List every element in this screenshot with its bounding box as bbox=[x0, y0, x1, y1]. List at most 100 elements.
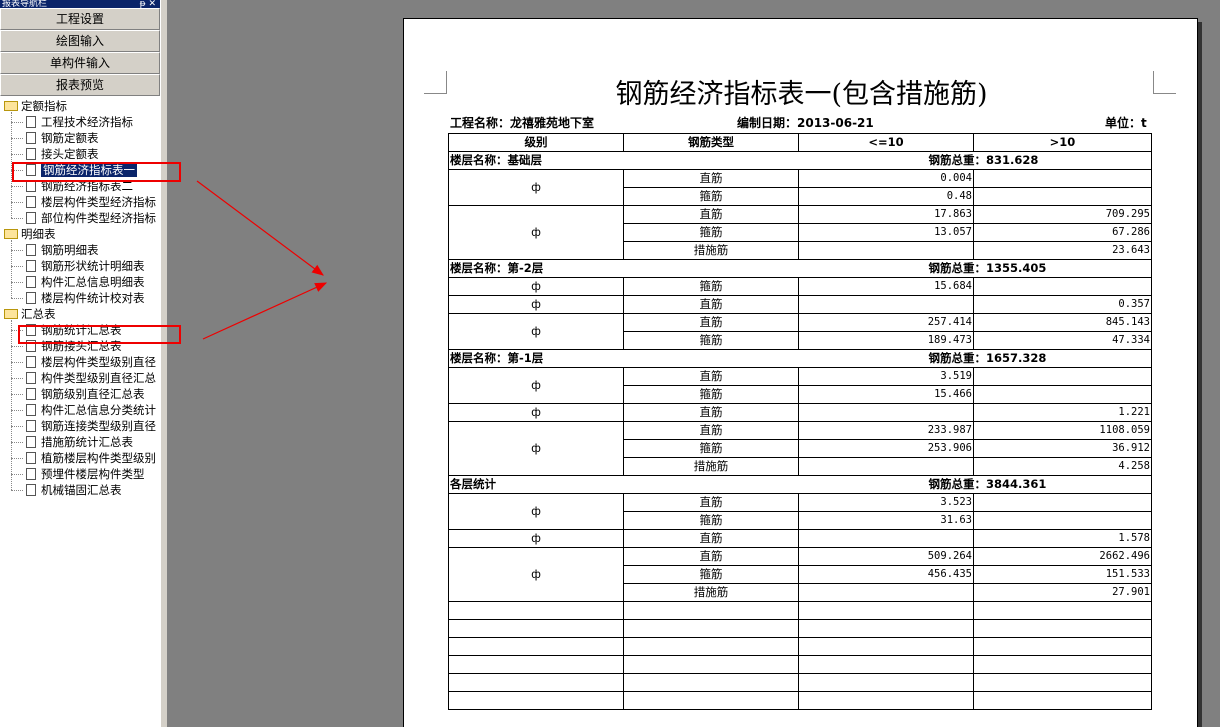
tree-item-label: 接头定额表 bbox=[41, 147, 99, 161]
tree-group-0[interactable]: 定额指标 bbox=[4, 98, 67, 114]
table-row: ф 直筋 1.221 bbox=[448, 403, 1152, 422]
nav-panel-title: 报表导航栏 bbox=[2, 0, 48, 8]
document-icon bbox=[26, 148, 36, 160]
project-name: 工程名称：龙禧雅苑地下室 bbox=[450, 116, 595, 130]
tree-connector bbox=[11, 458, 23, 459]
empty-cell bbox=[623, 655, 799, 674]
tree-connector bbox=[11, 266, 23, 267]
tree-item[interactable]: 构件汇总信息分类统计 bbox=[26, 402, 156, 418]
nav-button-report-preview[interactable]: 报表预览 bbox=[0, 74, 160, 96]
rebar-type-cell: 箍筋 bbox=[623, 277, 799, 296]
section-row-base-floor: 楼层名称：基础层 钢筋总重：831.628 bbox=[448, 151, 1152, 170]
empty-cell bbox=[448, 637, 624, 656]
tree-connector bbox=[11, 362, 23, 363]
empty-cell bbox=[798, 601, 974, 620]
rebar-type-cell: 直筋 bbox=[623, 205, 799, 224]
tree-item-label: 预埋件楼层构件类型 bbox=[41, 467, 145, 481]
tree-item[interactable]: 部位构件类型经济指标 bbox=[26, 210, 156, 226]
highlight-box-economic-index bbox=[12, 162, 181, 182]
tree-group-label: 明细表 bbox=[21, 227, 56, 241]
document-icon bbox=[26, 420, 36, 432]
tree-connector bbox=[11, 410, 23, 411]
report-navigation-panel: 报表导航栏 ᵽ ✕ 工程设置 绘图输入 单构件输入 报表预览 定额指标 工程技术经… bbox=[0, 0, 160, 727]
pin-close-icons[interactable]: ᵽ ✕ bbox=[140, 0, 156, 8]
empty-cell bbox=[448, 655, 624, 674]
weight-gt10-cell bbox=[973, 169, 1152, 188]
arrow-upper bbox=[196, 180, 324, 276]
tree-item[interactable]: 钢筋形状统计明细表 bbox=[26, 258, 145, 274]
tree-item[interactable]: 楼层构件统计校对表 bbox=[26, 290, 145, 306]
tree-connector bbox=[11, 250, 23, 251]
tree-item[interactable]: 工程技术经济指标 bbox=[26, 114, 133, 130]
weight-le10-cell bbox=[798, 529, 974, 548]
weight-le10-cell: 31.63 bbox=[798, 511, 974, 530]
empty-cell bbox=[973, 655, 1152, 674]
section-total: 钢筋总重：831.628 bbox=[798, 151, 1152, 170]
tree-connector bbox=[11, 490, 23, 491]
tree-item[interactable]: 钢筋连接类型级别直径 bbox=[26, 418, 156, 434]
rebar-type-cell: 箍筋 bbox=[623, 331, 799, 350]
tree-item[interactable]: 预埋件楼层构件类型 bbox=[26, 466, 145, 482]
nav-button-single-member-input[interactable]: 单构件输入 bbox=[0, 52, 160, 74]
table-row: ф 直筋 257.414 845.143 bbox=[448, 313, 1152, 350]
weight-le10-cell bbox=[798, 295, 974, 314]
weight-gt10-cell: 2662.496 bbox=[973, 547, 1152, 566]
section-total: 钢筋总重：3844.361 bbox=[798, 475, 1152, 494]
unit-label: 单位：t bbox=[1105, 116, 1147, 130]
empty-cell bbox=[798, 637, 974, 656]
rebar-type-cell: 直筋 bbox=[623, 367, 799, 386]
highlight-box-statistics-summary bbox=[18, 325, 181, 344]
empty-cell bbox=[798, 655, 974, 674]
rebar-type-cell: 箍筋 bbox=[623, 385, 799, 404]
table-row: ф 直筋 1.578 bbox=[448, 529, 1152, 548]
table-row: ф 箍筋 15.684 bbox=[448, 277, 1152, 296]
section-name: 楼层名称：第-1层 bbox=[448, 349, 799, 368]
tree-item-label: 钢筋明细表 bbox=[41, 243, 99, 257]
rebar-type-cell: 直筋 bbox=[623, 493, 799, 512]
empty-table-row bbox=[448, 619, 1152, 638]
tree-connector bbox=[11, 442, 23, 443]
nav-button-drawing-input[interactable]: 绘图输入 bbox=[0, 30, 160, 52]
table-header-row: 级别 钢筋类型 <=10 >10 bbox=[448, 133, 1152, 152]
tree-item[interactable]: 钢筋级别直径汇总表 bbox=[26, 386, 145, 402]
tree-item[interactable]: 钢筋定额表 bbox=[26, 130, 99, 146]
weight-gt10-cell: 0.357 bbox=[973, 295, 1152, 314]
header-le10: <=10 bbox=[798, 133, 974, 152]
tree-item[interactable]: 植筋楼层构件类型级别 bbox=[26, 450, 156, 466]
tree-connector bbox=[11, 240, 12, 298]
empty-cell bbox=[448, 691, 624, 710]
tree-item[interactable]: 构件汇总信息明细表 bbox=[26, 274, 145, 290]
document-icon bbox=[26, 276, 36, 288]
tree-connector bbox=[11, 298, 23, 299]
section-total: 钢筋总重：1657.328 bbox=[798, 349, 1152, 368]
weight-le10-cell: 253.906 bbox=[798, 439, 974, 458]
tree-item[interactable]: 楼层构件类型经济指标 bbox=[26, 194, 156, 210]
tree-connector bbox=[11, 154, 23, 155]
tree-item[interactable]: 接头定额表 bbox=[26, 146, 99, 162]
tree-item[interactable]: 措施筋统计汇总表 bbox=[26, 434, 133, 450]
steel-index-table: 级别 钢筋类型 <=10 >10 楼层名称：基础层 钢筋总重：831.628 ф 直筋… bbox=[448, 133, 1152, 710]
tree-item[interactable]: 构件类型级别直径汇总 bbox=[26, 370, 156, 386]
rebar-type-cell: 直筋 bbox=[623, 547, 799, 566]
empty-cell bbox=[973, 673, 1152, 692]
rebar-grade-cell: ф bbox=[448, 277, 624, 296]
rebar-type-cell: 直筋 bbox=[623, 421, 799, 440]
paper-shadow bbox=[1198, 22, 1202, 727]
empty-table-row bbox=[448, 673, 1152, 692]
panel-splitter[interactable] bbox=[160, 0, 168, 727]
nav-panel-titlebar: 报表导航栏 ᵽ ✕ bbox=[0, 0, 160, 8]
tree-item[interactable]: 钢筋明细表 bbox=[26, 242, 99, 258]
empty-cell bbox=[448, 601, 624, 620]
tree-item[interactable]: 机械锚固汇总表 bbox=[26, 482, 122, 498]
weight-gt10-cell bbox=[973, 367, 1152, 386]
tree-item[interactable]: 楼层构件类型级别直径 bbox=[26, 354, 156, 370]
weight-le10-cell: 13.057 bbox=[798, 223, 974, 242]
tree-connector bbox=[11, 122, 23, 123]
empty-cell bbox=[798, 619, 974, 638]
weight-gt10-cell: 1.221 bbox=[973, 403, 1152, 422]
rebar-grade-cell: ф bbox=[448, 403, 624, 422]
weight-gt10-cell: 36.912 bbox=[973, 439, 1152, 458]
nav-button-project-settings[interactable]: 工程设置 bbox=[0, 8, 160, 30]
weight-gt10-cell: 47.334 bbox=[973, 331, 1152, 350]
weight-le10-cell: 3.519 bbox=[798, 367, 974, 386]
